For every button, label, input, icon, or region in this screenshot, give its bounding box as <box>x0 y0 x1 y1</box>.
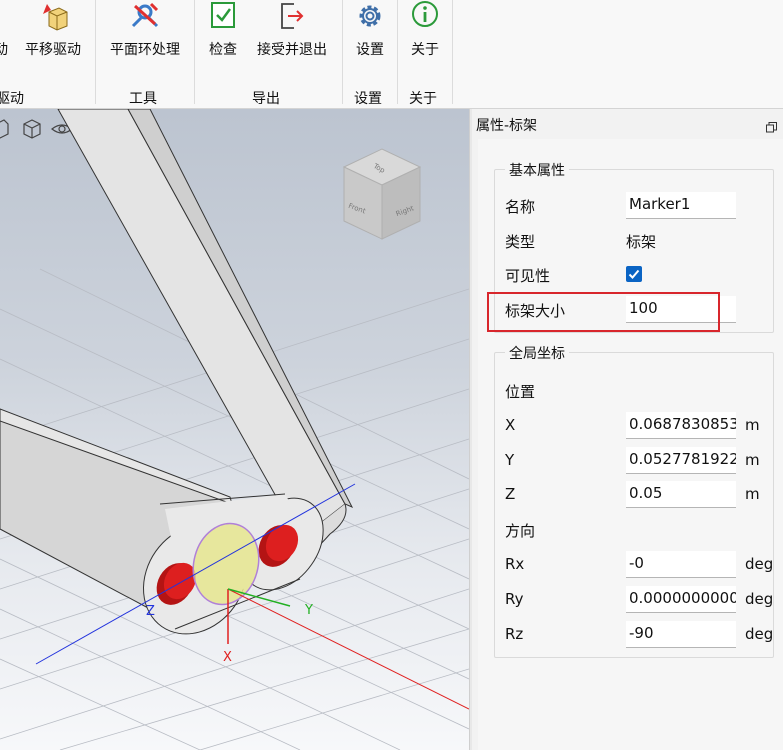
ry-field[interactable]: 0.00000000000 <box>626 586 736 613</box>
check-icon <box>207 0 239 32</box>
app-window: 动 平移驱动 平面环处理 检查 接受并退出 设置 关于 驱动 工具 导出 设置 … <box>0 0 783 750</box>
scene-graphic: Top Front Right X Y Z <box>0 109 469 750</box>
settings-button[interactable]: 设置 <box>352 0 388 62</box>
panel-body: 基本属性 名称 Marker1 类型 标架 可见性 标架大小 100 全局坐标 … <box>478 139 783 750</box>
y-field[interactable]: 0.05277819220 <box>626 447 736 474</box>
z-label: Z <box>505 485 516 503</box>
visibility-label: 可见性 <box>505 267 551 285</box>
view-cube: Top Front Right <box>342 148 422 240</box>
gear-icon <box>354 0 386 32</box>
group-label-export: 导出 <box>252 91 280 107</box>
z-unit: m <box>745 485 760 503</box>
ribbon-separator <box>397 0 398 104</box>
position-label: 位置 <box>505 383 536 401</box>
panel-title: 属性-标架 <box>476 118 538 134</box>
annotation-highlight-box <box>487 292 720 332</box>
view-toolbar-icons <box>0 119 73 139</box>
group-title-global: 全局坐标 <box>505 343 569 363</box>
checkmark-icon <box>628 269 640 279</box>
x-field[interactable]: 0.06878308530 <box>626 412 736 439</box>
y-label: Y <box>505 451 515 469</box>
visibility-checkbox[interactable] <box>626 266 642 282</box>
accept-exit-icon <box>276 0 308 32</box>
translate-drive-button[interactable]: 平移驱动 <box>20 0 86 62</box>
type-label: 类型 <box>505 233 536 251</box>
type-value: 标架 <box>626 233 657 251</box>
planar-loop-icon <box>129 0 161 32</box>
rz-unit: deg <box>745 625 774 643</box>
ry-label: Ry <box>505 590 524 608</box>
check-button[interactable]: 检查 <box>204 0 242 62</box>
ribbon-separator <box>452 0 453 104</box>
rx-unit: deg <box>745 555 774 573</box>
global-coordinates-group: 全局坐标 位置 X 0.06878308530 m Y 0.0527781922… <box>494 343 774 658</box>
group-label-tools: 工具 <box>129 91 157 107</box>
name-label: 名称 <box>505 198 536 216</box>
svg-text:Z: Z <box>146 604 155 619</box>
group-label-settings: 设置 <box>354 91 382 107</box>
3d-viewport[interactable]: Top Front Right X Y Z <box>0 109 469 750</box>
name-field[interactable]: Marker1 <box>626 192 736 219</box>
x-label: X <box>505 416 516 434</box>
ribbon-separator <box>194 0 195 104</box>
about-button[interactable]: 关于 <box>407 0 443 62</box>
rz-label: Rz <box>505 625 524 643</box>
translate-drive-icon <box>37 0 69 32</box>
svg-text:X: X <box>223 650 232 665</box>
z-field[interactable]: 0.05 <box>626 481 736 508</box>
y-unit: m <box>745 451 760 469</box>
properties-panel: 属性-标架 基本属性 名称 Marker1 类型 标架 可见性 标架大小 100 <box>472 109 783 750</box>
x-unit: m <box>745 416 760 434</box>
info-icon <box>409 0 441 32</box>
rx-label: Rx <box>505 555 525 573</box>
group-label-about: 关于 <box>409 91 437 107</box>
group-title-basic: 基本属性 <box>505 160 569 180</box>
ribbon-toolbar: 动 平移驱动 平面环处理 检查 接受并退出 设置 关于 驱动 工具 导出 设置 … <box>0 0 783 109</box>
group-label-drive: 驱动 <box>0 91 24 107</box>
orientation-label: 方向 <box>505 522 536 540</box>
ribbon-separator <box>95 0 96 104</box>
float-panel-icon[interactable] <box>766 118 777 133</box>
drive-icon <box>0 0 17 32</box>
ribbon-separator <box>342 0 343 104</box>
ry-unit: deg <box>745 590 774 608</box>
rx-field[interactable]: -0 <box>626 551 736 578</box>
svg-text:Y: Y <box>304 603 313 618</box>
accept-exit-button[interactable]: 接受并退出 <box>252 0 332 62</box>
rz-field[interactable]: -90 <box>626 621 736 648</box>
drive-button[interactable]: 动 <box>0 0 8 62</box>
planar-loop-button[interactable]: 平面环处理 <box>105 0 185 62</box>
